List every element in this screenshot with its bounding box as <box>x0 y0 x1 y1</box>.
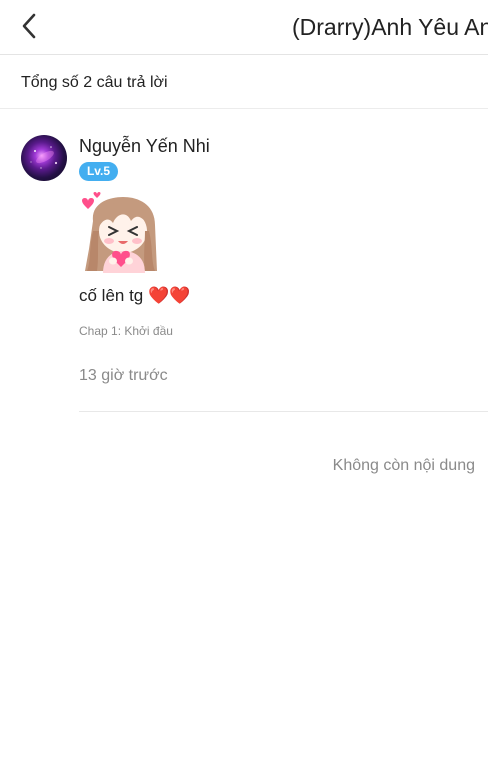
top-bar: (Drarry)Anh Yêu Anh <box>0 0 488 55</box>
end-of-content-label: Không còn nội dung <box>332 457 475 474</box>
comment-replies-screen: (Drarry)Anh Yêu Anh Tổng số 2 câu trả lờ… <box>0 0 488 782</box>
avatar[interactable] <box>21 135 67 181</box>
comment-text: cố lên tg ❤️❤️ <box>79 286 191 305</box>
comment-timestamp: 13 giờ trước <box>79 367 168 384</box>
author-name[interactable]: Nguyễn Yến Nhi <box>79 135 210 157</box>
reply-count-bar: Tổng số 2 câu trả lời <box>0 55 488 109</box>
reply-count-label: Tổng số 2 câu trả lời <box>21 74 168 91</box>
chevron-left-icon <box>22 13 36 39</box>
comment-divider <box>79 411 488 412</box>
back-button[interactable] <box>14 10 44 42</box>
level-badge: Lv.5 <box>79 162 118 181</box>
girl-sticker <box>79 191 161 273</box>
chapter-reference[interactable]: Chap 1: Khởi đầu <box>79 323 173 339</box>
comment-item: Nguyễn Yến Nhi Lv.5 cố lên tg ❤️❤️ Chap … <box>0 109 488 413</box>
page-title: (Drarry)Anh Yêu Anh <box>292 14 488 40</box>
galaxy-avatar-image <box>30 146 58 169</box>
